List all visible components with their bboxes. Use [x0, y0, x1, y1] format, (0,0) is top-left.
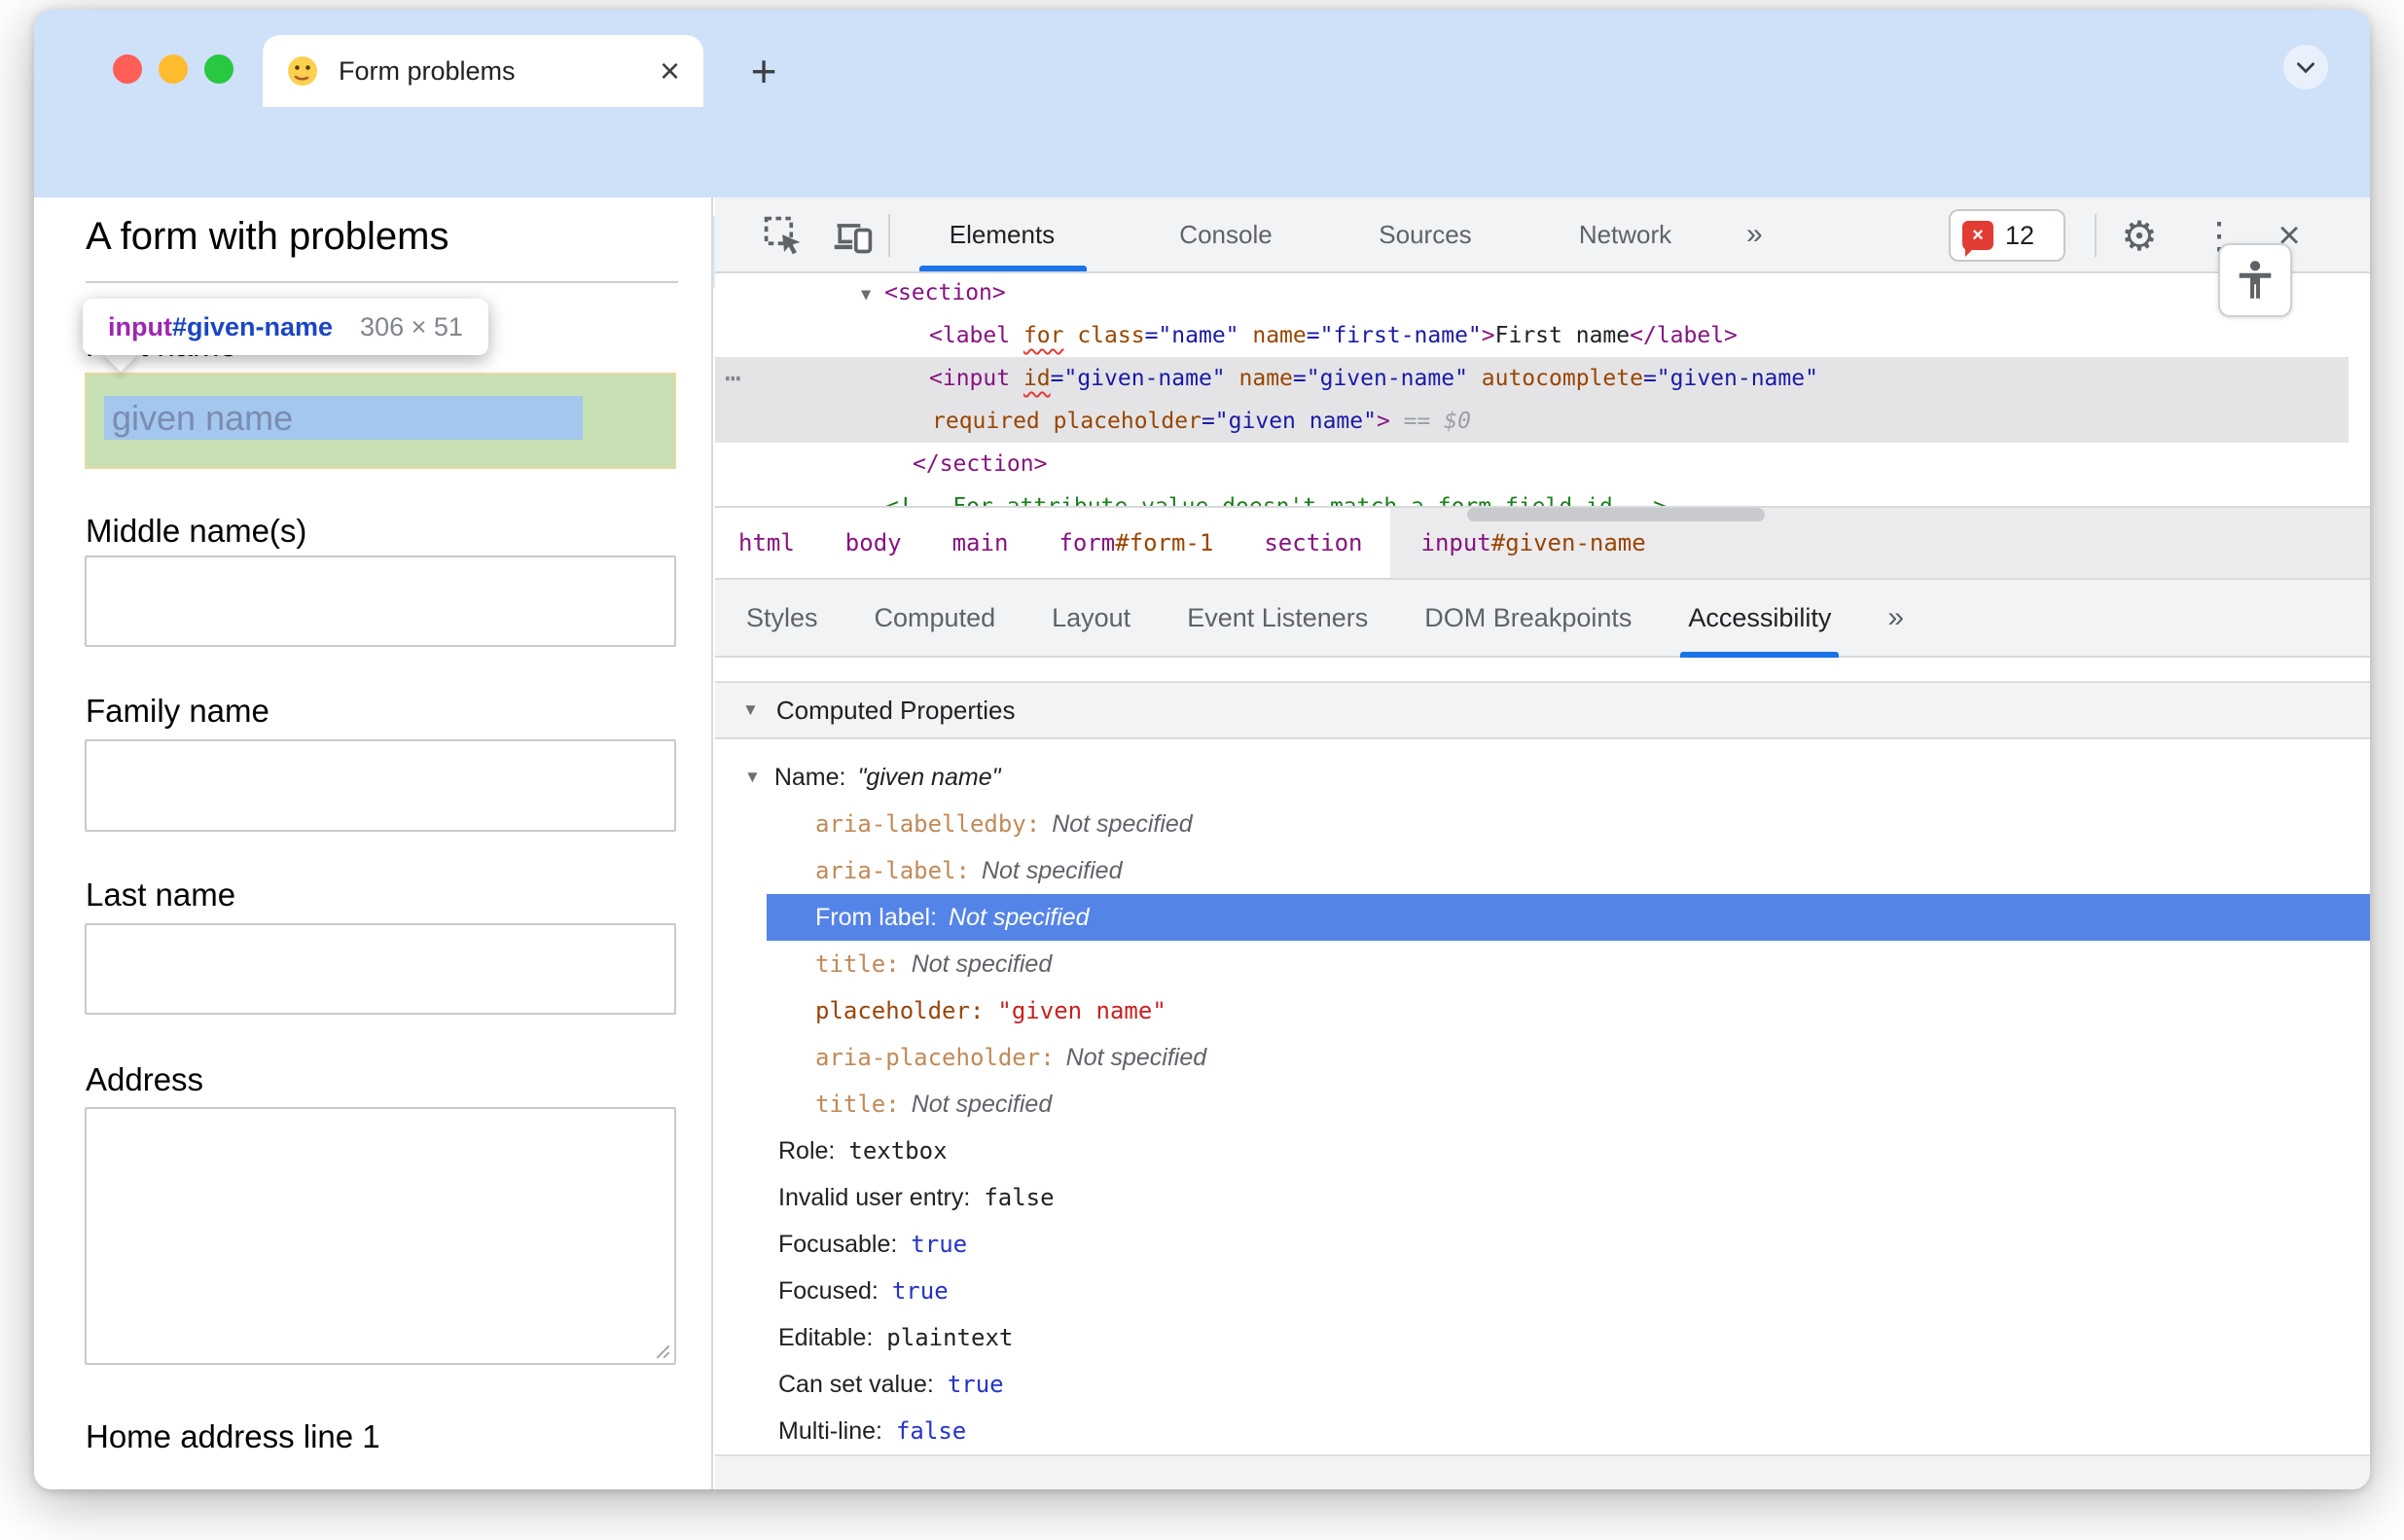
label-family-name: Family name	[86, 693, 269, 729]
toolbar-divider	[888, 214, 890, 257]
devtools-tab-console[interactable]: Console	[1133, 197, 1318, 271]
tab-close-icon[interactable]: ×	[660, 54, 680, 89]
content-area: A form with problems First name input#gi…	[34, 197, 2370, 1489]
a11y-row-title-2[interactable]: title: Not specified	[767, 1081, 2370, 1128]
traffic-light-close[interactable]	[113, 54, 142, 84]
tab-accessibility[interactable]: Accessibility	[1680, 603, 1840, 658]
breadcrumb-html[interactable]: html	[738, 529, 795, 556]
error-count: 12	[2005, 220, 2035, 250]
a11y-row-name[interactable]: ▼ Name: "given name"	[715, 754, 2370, 801]
given-name-input-placeholder[interactable]: given name	[112, 396, 293, 440]
accessibility-person-icon[interactable]	[2218, 243, 2292, 317]
breadcrumb-body[interactable]: body	[845, 529, 902, 556]
middle-name-input[interactable]	[85, 555, 676, 647]
traffic-light-minimize[interactable]	[159, 54, 188, 84]
browser-window: Form problems × + ← →	[34, 10, 2370, 1489]
code-line-section-open[interactable]: ▼ <section>	[715, 273, 2349, 314]
devtools-tab-elements[interactable]: Elements	[910, 197, 1094, 271]
devtools-bottom-strip	[715, 1454, 2370, 1489]
computed-properties-header[interactable]: ▼ Computed Properties	[715, 681, 2370, 739]
code-line-section-close[interactable]: </section>	[715, 443, 2349, 485]
code-line-label[interactable]: <label for class="name" name="first-name…	[715, 314, 2349, 357]
code-line-comment[interactable]: <!-- For attribute value doesn't match a…	[715, 485, 2349, 506]
inspect-element-icon[interactable]	[760, 212, 807, 259]
a11y-row-focusable[interactable]: Focusable: true	[715, 1221, 2370, 1268]
error-bubble-icon: ×	[1962, 221, 1993, 257]
collapse-arrow-icon[interactable]: ▼	[742, 700, 759, 720]
tooltip-element: input	[108, 311, 172, 341]
last-name-input[interactable]	[85, 923, 676, 1015]
tab-strip: Form problems × +	[34, 10, 2370, 107]
tab-dom-breakpoints[interactable]: DOM Breakpoints	[1424, 603, 1632, 633]
a11y-row-from-label[interactable]: From label: Not specified	[767, 894, 2370, 941]
devtools-settings-gear-icon[interactable]: ⚙	[2116, 212, 2163, 259]
a11y-row-focused[interactable]: Focused: true	[715, 1268, 2370, 1314]
favicon-emoji-face-icon	[286, 54, 319, 88]
devtools-panel: Elements Console Sources Network » × 12 …	[715, 197, 2370, 1489]
toolbar-divider-2	[2095, 214, 2097, 257]
tab-event-listeners[interactable]: Event Listeners	[1187, 603, 1368, 633]
more-tabs-chevron-icon[interactable]: »	[1746, 197, 1763, 271]
page-title: A form with problems	[86, 215, 449, 258]
tab-styles[interactable]: Styles	[746, 603, 818, 633]
name-expand-arrow-icon[interactable]: ▼	[744, 768, 761, 787]
tab-title: Form problems	[339, 55, 516, 86]
devtools-tab-network[interactable]: Network	[1530, 197, 1720, 271]
elements-tab-underline	[919, 266, 1087, 271]
label-home-address-1: Home address line 1	[86, 1418, 380, 1454]
browser-tab[interactable]: Form problems ×	[263, 35, 703, 107]
code-line-input-continued[interactable]: required placeholder="given name"> == $0	[715, 400, 2349, 443]
a11y-row-title-1[interactable]: title: Not specified	[767, 941, 2370, 987]
a11y-row-aria-placeholder[interactable]: aria-placeholder: Not specified	[767, 1034, 2370, 1081]
address-textarea[interactable]	[85, 1107, 676, 1365]
devtools-tab-sources[interactable]: Sources	[1333, 197, 1518, 271]
elements-tree: ⋯ ▼ <section> <label for class="name" na…	[715, 273, 2370, 506]
label-address: Address	[86, 1061, 204, 1097]
horizontal-scrollbar-thumb	[1467, 508, 1765, 521]
tab-search-chevron-icon[interactable]	[2283, 45, 2328, 90]
new-tab-button[interactable]: +	[737, 45, 790, 97]
label-middle-name: Middle name(s)	[86, 513, 307, 549]
device-toolbar-icon[interactable]	[830, 212, 877, 259]
traffic-light-zoom[interactable]	[204, 54, 233, 84]
a11y-row-aria-label[interactable]: aria-label: Not specified	[767, 847, 2370, 894]
code-line-input-selected[interactable]: <input id="given-name" name="given-name"…	[715, 357, 2349, 400]
a11y-row-aria-labelledby[interactable]: aria-labelledby: Not specified	[767, 801, 2370, 847]
sidebar-more-tabs-icon[interactable]: »	[1887, 601, 1904, 634]
title-divider	[86, 281, 678, 283]
label-last-name: Last name	[86, 877, 236, 913]
family-name-input[interactable]	[85, 739, 676, 832]
tooltip-id: #given-name	[171, 311, 334, 341]
breadcrumb-section[interactable]: section	[1264, 529, 1362, 556]
console-errors-badge[interactable]: × 12	[1949, 209, 2065, 262]
tooltip-dimensions: 306 × 51	[360, 311, 463, 341]
tab-layout[interactable]: Layout	[1052, 603, 1130, 633]
breadcrumb-form[interactable]: form#form-1	[1058, 529, 1213, 556]
breadcrumb-input-given-name[interactable]: input#given-name	[1421, 529, 1646, 556]
sidebar-tabs: Styles Computed Layout Event Listeners D…	[715, 580, 2370, 658]
expand-arrow-icon[interactable]: ▼	[861, 285, 871, 304]
inspect-tooltip: input#given-name 306 × 51	[83, 299, 488, 355]
tab-computed[interactable]: Computed	[875, 603, 996, 633]
accessibility-tree: ▼ Name: "given name" aria-labelledby: Not…	[715, 739, 2370, 1454]
a11y-row-placeholder[interactable]: placeholder: "given name"	[767, 987, 2370, 1034]
a11y-row-editable[interactable]: Editable: plaintext	[715, 1314, 2370, 1361]
a11y-row-multi-line[interactable]: Multi-line: false	[715, 1408, 2370, 1454]
computed-properties-title: Computed Properties	[775, 695, 1016, 725]
page-viewport: A form with problems First name input#gi…	[34, 197, 713, 1489]
a11y-row-invalid-user-entry[interactable]: Invalid user entry: false	[715, 1174, 2370, 1221]
a11y-row-role[interactable]: Role: textbox	[715, 1128, 2370, 1174]
breadcrumb-main[interactable]: main	[952, 529, 1009, 556]
a11y-row-can-set-value[interactable]: Can set value: true	[715, 1361, 2370, 1408]
screenshot-root: Form problems × + ← →	[0, 0, 2404, 1540]
devtools-toolbar: Elements Console Sources Network » × 12 …	[715, 197, 2370, 273]
browser-toolbar: ← → form-problems.glitch.me	[34, 107, 2370, 288]
textarea-resize-grip[interactable]	[654, 1343, 671, 1360]
